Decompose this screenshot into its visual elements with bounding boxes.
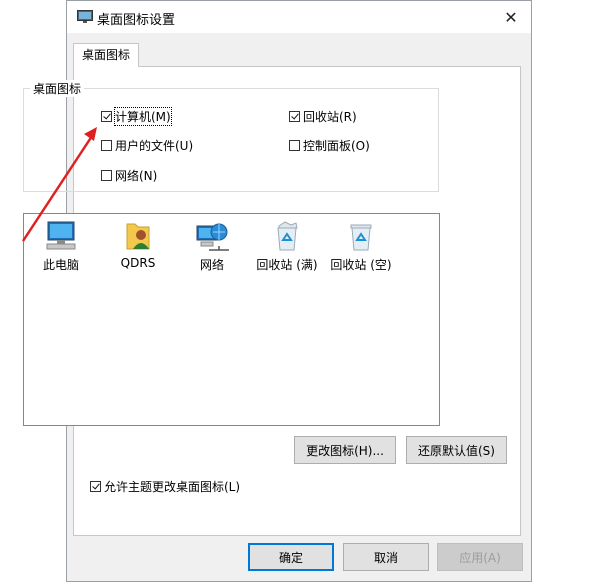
icon-list[interactable]: 此电脑 QDRS 网络 回收站 (满) 回收站 (空): [23, 213, 440, 426]
cancel-button[interactable]: 取消: [343, 543, 429, 571]
checkbox-allow-themes[interactable]: 允许主题更改桌面图标(L): [90, 477, 240, 495]
checkbox-label-network: 网络(N): [115, 168, 158, 183]
close-icon: ✕: [504, 7, 518, 27]
checkbox-network[interactable]: 网络(N): [101, 166, 157, 184]
restore-default-button[interactable]: 还原默认值(S): [406, 436, 507, 464]
user-folder-icon: [126, 223, 150, 250]
list-item-network[interactable]: 网络: [175, 220, 249, 273]
checkbox-recycle-bin[interactable]: 回收站(R): [289, 107, 357, 125]
checkbox-box[interactable]: [101, 169, 112, 181]
dialog-title: 桌面图标设置: [97, 13, 176, 28]
list-item-qdrs[interactable]: QDRS: [101, 220, 175, 270]
close-button[interactable]: ✕: [491, 1, 531, 33]
checkbox-box[interactable]: [90, 480, 101, 492]
checkbox-box[interactable]: [101, 110, 112, 122]
checkbox-box[interactable]: [289, 139, 300, 151]
checkbox-label-recycle-bin: 回收站(R): [303, 109, 357, 124]
icon-label: 回收站 (满): [256, 258, 318, 272]
change-icon-button[interactable]: 更改图标(H)...: [294, 436, 396, 464]
list-item-recycle-bin-empty[interactable]: 回收站 (空): [324, 220, 398, 273]
checkbox-computer[interactable]: 计算机(M): [101, 106, 172, 126]
checkbox-control-panel[interactable]: 控制面板(O): [289, 136, 370, 154]
tab-desktop-icons[interactable]: 桌面图标: [73, 43, 139, 67]
list-item-recycle-bin-full[interactable]: 回收站 (满): [250, 220, 324, 273]
icon-label: 网络: [199, 258, 224, 272]
icon-label: 回收站 (空): [330, 258, 392, 272]
icon-label: QDRS: [120, 256, 156, 270]
monitor-icon: [77, 10, 93, 23]
checkbox-label-computer: 计算机(M): [114, 106, 172, 126]
title-bar: 桌面图标设置 ✕: [67, 1, 531, 33]
computer-icon: [46, 221, 76, 250]
list-item-this-pc[interactable]: 此电脑: [24, 220, 98, 273]
apply-button[interactable]: 应用(A): [437, 543, 523, 571]
desktop-icons-group: [23, 88, 439, 192]
checkbox-label-user-files: 用户的文件(U): [115, 138, 194, 153]
checkbox-label-control-panel: 控制面板(O): [303, 138, 370, 153]
ok-button[interactable]: 确定: [248, 543, 334, 571]
checkbox-user-files[interactable]: 用户的文件(U): [101, 136, 193, 154]
recycle-bin-full-icon: [277, 221, 298, 251]
checkbox-box[interactable]: [289, 110, 300, 122]
checkbox-box[interactable]: [101, 139, 112, 151]
checkbox-label-allow-themes: 允许主题更改桌面图标(L): [104, 479, 241, 494]
recycle-bin-empty-icon: [350, 224, 372, 251]
network-icon: [196, 223, 229, 251]
icon-label: 此电脑: [42, 258, 79, 272]
group-legend: 桌面图标: [30, 80, 85, 97]
